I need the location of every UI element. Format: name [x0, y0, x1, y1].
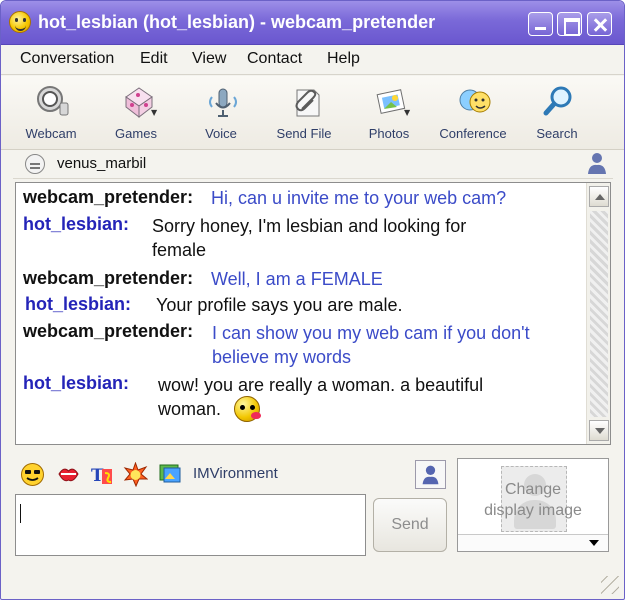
webcam-icon: [37, 86, 69, 116]
photo-icon: [376, 89, 406, 114]
webcam-label: Webcam: [25, 126, 77, 141]
message-text: wow! you are really a woman. a beautiful…: [158, 375, 484, 419]
imvironment-label[interactable]: IMVironment: [193, 465, 278, 482]
contact-name[interactable]: venus_marbil: [57, 155, 146, 172]
conference-button[interactable]: Conference: [438, 81, 508, 146]
conversation-toolbar: Webcam ▼ Games Voice Send File ▼ Photos …: [1, 76, 624, 150]
photos-dropdown-icon[interactable]: ▼: [404, 108, 410, 117]
imvironment-icon[interactable]: [158, 462, 183, 487]
message-input[interactable]: [15, 494, 366, 556]
sunglasses-smiley-icon[interactable]: [20, 462, 45, 487]
contact-header: venus_marbil: [13, 151, 613, 179]
display-image-label: display image: [484, 502, 582, 519]
display-image-toggle-icon[interactable]: [415, 460, 446, 489]
text-format-icon[interactable]: T: [90, 462, 115, 487]
resize-grip-icon[interactable]: [601, 576, 619, 594]
send-button[interactable]: Send: [373, 498, 447, 552]
message-sender: hot_lesbian:: [25, 294, 132, 314]
webcam-button[interactable]: Webcam: [16, 81, 86, 146]
voice-label: Voice: [205, 126, 237, 141]
change-label: Change: [504, 481, 562, 498]
kiss-smiley-icon: [234, 396, 261, 422]
menu-contact[interactable]: Contact: [247, 50, 302, 68]
conference-icon: [459, 89, 491, 113]
dice-icon: [125, 87, 153, 119]
yahoo-messenger-window: hot_lesbian (hot_lesbian) - webcam_prete…: [0, 0, 625, 600]
text-cursor: [20, 504, 21, 523]
compose-toolbar: T IMVironment: [18, 460, 408, 490]
message-text: Sorry honey, I'm lesbian and looking for…: [152, 216, 467, 260]
dropdown-arrow-icon[interactable]: [589, 540, 599, 546]
games-label: Games: [115, 126, 157, 141]
photos-label: Photos: [368, 126, 410, 141]
conversation-history[interactable]: webcam_pretender: Hi, can u invite me to…: [15, 182, 611, 445]
display-image-panel[interactable]: Change display image: [457, 458, 609, 552]
menu-help[interactable]: Help: [327, 50, 360, 68]
lips-icon[interactable]: [56, 462, 81, 487]
menu-bar: Conversation Edit View Contact Help: [1, 45, 624, 75]
photos-button[interactable]: ▼ Photos: [354, 81, 424, 146]
message-sender: webcam_pretender:: [23, 321, 194, 341]
close-icon[interactable]: [587, 12, 612, 36]
menu-conversation[interactable]: Conversation: [20, 50, 114, 68]
message-sender: hot_lesbian:: [23, 373, 130, 393]
magnifier-icon: [543, 86, 572, 116]
contact-status-icon: [25, 154, 45, 174]
contact-profile-icon[interactable]: [585, 151, 609, 175]
message-text: Hi, can u invite me to your web cam?: [211, 188, 507, 208]
maximize-icon[interactable]: [557, 12, 582, 36]
message-sender: webcam_pretender:: [23, 268, 194, 288]
menu-view[interactable]: View: [192, 50, 226, 68]
scroll-down-icon[interactable]: [589, 420, 609, 441]
conversation-scrollbar[interactable]: [586, 183, 610, 444]
scroll-up-icon[interactable]: [589, 186, 609, 207]
nudge-icon[interactable]: [123, 462, 148, 487]
display-image-menu[interactable]: [458, 534, 608, 551]
search-label: Search: [536, 126, 578, 141]
search-button[interactable]: Search: [522, 81, 592, 146]
message-text: Well, I am a FEMALE: [211, 269, 383, 289]
smiley-app-icon: [9, 11, 31, 33]
conference-label: Conference: [439, 126, 507, 141]
title-bar[interactable]: hot_lesbian (hot_lesbian) - webcam_prete…: [1, 1, 624, 45]
send-file-button[interactable]: Send File: [269, 81, 339, 146]
menu-edit[interactable]: Edit: [140, 50, 168, 68]
voice-button[interactable]: Voice: [186, 81, 256, 146]
scroll-track[interactable]: [590, 211, 608, 417]
message-sender: hot_lesbian:: [23, 214, 130, 234]
microphone-icon: [209, 88, 237, 117]
games-dropdown-icon[interactable]: ▼: [151, 108, 157, 117]
send-file-label: Send File: [276, 126, 332, 141]
games-button[interactable]: ▼ Games: [101, 81, 171, 146]
minimize-icon[interactable]: [528, 12, 553, 36]
paperclip-file-icon: [295, 89, 320, 117]
message-text: I can show you my web cam if you don't b…: [212, 323, 530, 367]
change-display-image-label: Change display image: [458, 479, 608, 521]
message-sender: webcam_pretender:: [23, 187, 194, 207]
message-text: Your profile says you are male.: [156, 295, 403, 315]
window-title: hot_lesbian (hot_lesbian) - webcam_prete…: [38, 12, 436, 32]
